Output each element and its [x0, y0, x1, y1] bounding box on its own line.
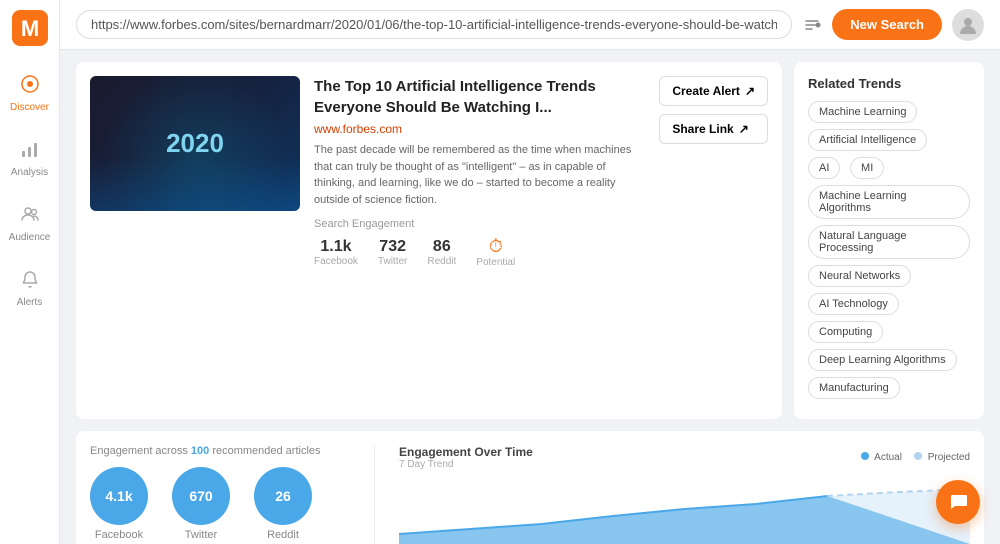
- hero-twitter-label: Twitter: [378, 256, 407, 267]
- main-content: New Search 2020: [60, 0, 1000, 544]
- hero-actions: Create Alert ↗ Share Link ↗: [659, 76, 768, 268]
- hero-year: 2020: [166, 128, 224, 159]
- sidebar-label-analysis: Analysis: [11, 167, 48, 178]
- eng-reddit-label: Reddit: [254, 529, 312, 541]
- trend-deep-learning[interactable]: Deep Learning Algorithms: [808, 349, 957, 371]
- eng-twitter-circle: 670: [172, 467, 230, 525]
- engagement-circles-row: 4.1k Facebook 670 Twitter 26 Reddit: [90, 467, 350, 541]
- sidebar: M Discover Analysis Audience Alerts: [0, 0, 60, 544]
- hero-stat-facebook: 1.1k Facebook: [314, 238, 358, 267]
- share-link-icon: ↗: [739, 122, 749, 136]
- hero-facebook-label: Facebook: [314, 256, 358, 267]
- share-link-button[interactable]: Share Link ↗: [659, 114, 768, 144]
- legend-projected-dot: [914, 452, 922, 460]
- create-alert-icon: ↗: [745, 84, 755, 98]
- eng-twitter-label: Twitter: [172, 529, 230, 541]
- sidebar-item-analysis[interactable]: Analysis: [4, 131, 56, 186]
- sidebar-item-audience[interactable]: Audience: [4, 196, 56, 251]
- engagement-section: Engagement across 100 recommended articl…: [76, 431, 984, 544]
- eng-facebook: 4.1k Facebook: [90, 467, 148, 541]
- sidebar-label-audience: Audience: [9, 232, 51, 243]
- trend-manufacturing[interactable]: Manufacturing: [808, 377, 900, 399]
- sidebar-item-alerts[interactable]: Alerts: [4, 261, 56, 316]
- engagement-count: 100: [191, 445, 209, 457]
- trend-nlp[interactable]: Natural Language Processing: [808, 225, 970, 259]
- sidebar-item-discover[interactable]: Discover: [4, 66, 56, 121]
- sidebar-label-alerts: Alerts: [17, 297, 43, 308]
- chart-subtitle: 7 Day Trend: [399, 459, 533, 470]
- trend-computing[interactable]: Computing: [808, 321, 883, 343]
- hero-stat-reddit: 86 Reddit: [427, 238, 456, 267]
- engagement-across-label: Engagement across 100 recommended articl…: [90, 445, 350, 457]
- eng-twitter: 670 Twitter: [172, 467, 230, 541]
- hero-facebook-value: 1.1k: [314, 238, 358, 256]
- related-trends-list: Machine Learning Artificial Intelligence…: [808, 101, 970, 405]
- hero-reddit-value: 86: [427, 238, 456, 256]
- hero-engagement-label: Search Engagement: [314, 218, 645, 230]
- chat-icon: [947, 491, 969, 513]
- trend-ai-technology[interactable]: AI Technology: [808, 293, 899, 315]
- eng-reddit-circle: 26: [254, 467, 312, 525]
- sidebar-label-discover: Discover: [10, 102, 49, 113]
- hero-description: The past decade will be remembered as th…: [314, 142, 645, 208]
- topbar: New Search: [60, 0, 1000, 50]
- chart-title: Engagement Over Time: [399, 445, 533, 459]
- hero-text: The Top 10 Artificial Intelligence Trend…: [314, 76, 768, 405]
- hero-row: 2020 The Top 10 Artificial Intelligence …: [76, 62, 984, 419]
- hero-domain: www.forbes.com: [314, 122, 645, 136]
- eng-facebook-label: Facebook: [90, 529, 148, 541]
- content-area: 2020 The Top 10 Artificial Intelligence …: [60, 50, 1000, 544]
- eng-facebook-circle: 4.1k: [90, 467, 148, 525]
- audience-icon: [20, 204, 40, 229]
- related-trends-panel: Related Trends Machine Learning Artifici…: [794, 62, 984, 419]
- engagement-circles: Engagement across 100 recommended articl…: [90, 445, 350, 541]
- avatar[interactable]: [952, 9, 984, 41]
- sidebar-logo[interactable]: M: [12, 10, 48, 46]
- svg-text:M: M: [20, 16, 38, 41]
- hero-reddit-label: Reddit: [427, 256, 456, 267]
- trend-mi[interactable]: MI: [850, 157, 884, 179]
- new-search-button[interactable]: New Search: [832, 9, 942, 40]
- trend-neural-networks[interactable]: Neural Networks: [808, 265, 911, 287]
- hero-twitter-value: 732: [378, 238, 407, 256]
- hero-potential-label: Potential: [476, 257, 515, 268]
- engagement-chart: Engagement Over Time 7 Day Trend Actual: [399, 445, 970, 544]
- trend-artificial-intelligence[interactable]: Artificial Intelligence: [808, 129, 927, 151]
- hero-card: 2020 The Top 10 Artificial Intelligence …: [76, 62, 782, 419]
- related-trends-title: Related Trends: [808, 76, 970, 91]
- filter-icon[interactable]: [802, 15, 822, 35]
- url-input[interactable]: [76, 10, 792, 39]
- discover-icon: [20, 74, 40, 99]
- hero-stats: 1.1k Facebook 732 Twitter 86: [314, 236, 645, 268]
- alerts-icon: [20, 269, 40, 294]
- legend-projected: Projected: [914, 452, 970, 463]
- chart-legend: Actual Projected: [861, 452, 970, 463]
- stats-divider: [374, 445, 375, 544]
- legend-actual-dot: [861, 452, 869, 460]
- analysis-icon: [20, 139, 40, 164]
- hero-potential-icon: ⏱: [476, 236, 515, 257]
- legend-actual: Actual: [861, 452, 902, 463]
- hero-image: 2020: [90, 76, 300, 211]
- create-alert-button[interactable]: Create Alert ↗: [659, 76, 768, 106]
- hero-title: The Top 10 Artificial Intelligence Trend…: [314, 76, 645, 118]
- engagement-chart-svg: [399, 474, 970, 544]
- hero-stat-potential: ⏱ Potential: [476, 236, 515, 268]
- chat-bubble[interactable]: [936, 480, 980, 524]
- hero-stat-twitter: 732 Twitter: [378, 238, 407, 267]
- eng-reddit: 26 Reddit: [254, 467, 312, 541]
- trend-machine-learning[interactable]: Machine Learning: [808, 101, 917, 123]
- trend-ai[interactable]: AI: [808, 157, 840, 179]
- trend-ml-algorithms[interactable]: Machine Learning Algorithms: [808, 185, 970, 219]
